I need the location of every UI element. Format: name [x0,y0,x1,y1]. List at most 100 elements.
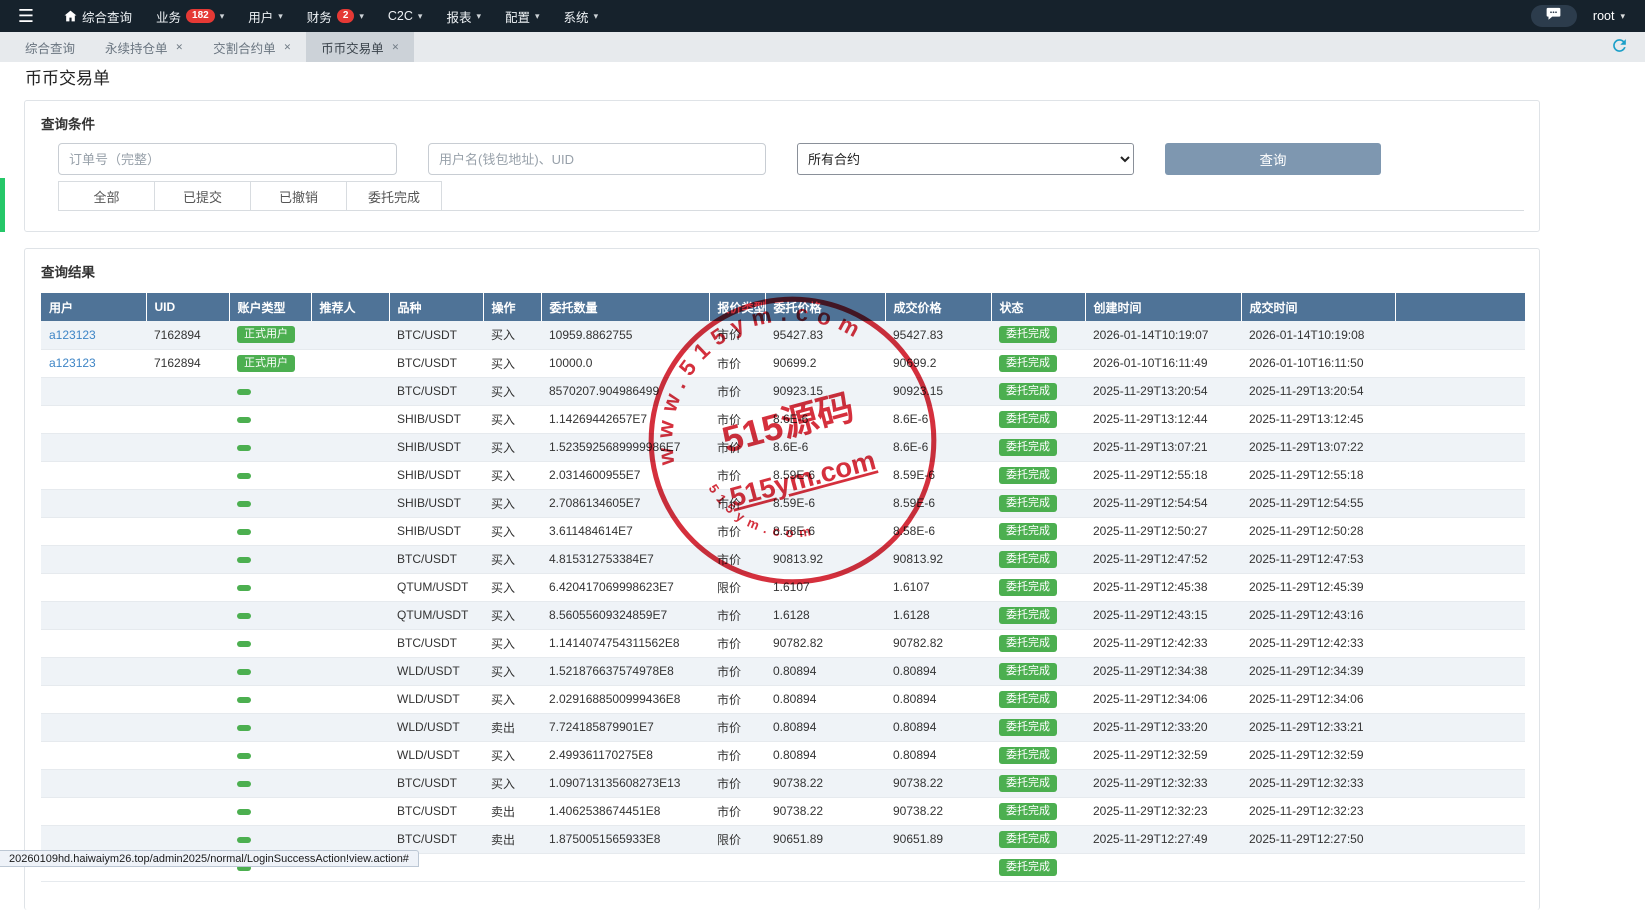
account-type-badge [237,529,251,535]
cell-symbol: BTC/USDT [389,377,483,405]
filter-tab[interactable]: 已提交 [154,181,250,210]
nav-item-summary[interactable]: 综合查询 ▾ [52,0,144,32]
table-row: BTC/USDT 买入 4.815312753384E7 市价 90813.92… [41,545,1525,573]
nav-item-users[interactable]: 用户 ▾ [236,0,295,32]
nav-item-system[interactable]: 系统 ▾ [552,0,611,32]
query-conditions-card: 查询条件 所有合约 查询 全部已提交已撤销委托完成 [24,100,1540,232]
table-row: SHIB/USDT 买入 3.611484614E7 市价 8.58E-6 8.… [41,517,1525,545]
nav-item-business[interactable]: 业务 182 ▾ [144,0,236,32]
cell-account-type [229,629,311,657]
cell-extra [1395,461,1525,489]
cell-extra [1395,601,1525,629]
username-input[interactable] [428,143,766,175]
cell-uid [146,461,229,489]
user-link[interactable]: a123123 [49,328,96,342]
user-link[interactable]: a123123 [49,356,96,370]
column-header: 成交价格 [885,293,991,321]
filter-tab[interactable]: 已撤销 [250,181,346,210]
cell-side [483,853,541,881]
filter-tab[interactable]: 全部 [58,181,154,210]
status-badge: 委托完成 [999,747,1057,764]
close-icon[interactable]: ✕ [284,42,292,53]
cell-amount: 1.1414074754311562E8 [541,629,709,657]
tab-spot-orders[interactable]: 币币交易单 ✕ [306,32,414,62]
cell-side: 买入 [483,489,541,517]
filter-tab[interactable]: 委托完成 [346,181,442,210]
cell-dealt: 2025-11-29T13:20:54 [1241,377,1395,405]
cell-side: 买入 [483,545,541,573]
cell-order-price: 8.6E-6 [765,405,885,433]
chat-button[interactable] [1531,5,1577,27]
cell-quote-type: 市价 [709,769,765,797]
table-body: a123123 7162894 正式用户 BTC/USDT 买入 10959.8… [41,321,1525,881]
cell-symbol: BTC/USDT [389,321,483,349]
table-row: SHIB/USDT 买入 2.0314600955E7 市价 8.59E-6 8… [41,461,1525,489]
cell-status: 委托完成 [991,377,1085,405]
cell-order-price: 90813.92 [765,545,885,573]
hamburger-menu-icon[interactable]: ☰ [0,0,52,32]
cell-created: 2025-11-29T12:32:33 [1085,769,1241,797]
nav-item-reports[interactable]: 报表 ▾ [434,0,493,32]
cell-quote-type: 限价 [709,825,765,853]
cell-order-price: 90782.82 [765,629,885,657]
cell-created: 2025-11-29T12:33:20 [1085,713,1241,741]
account-type-badge: 正式用户 [237,326,295,343]
cell-uid [146,825,229,853]
close-icon[interactable]: ✕ [392,42,400,53]
cell-side: 卖出 [483,713,541,741]
cell-deal-price: 90738.22 [885,797,991,825]
cell-side: 买入 [483,769,541,797]
cell-order-price: 95427.83 [765,321,885,349]
user-menu[interactable]: root ▾ [1593,9,1625,23]
nav-badge: 182 [186,9,215,23]
search-button[interactable]: 查询 [1165,143,1381,175]
cell-dealt: 2025-11-29T12:47:53 [1241,545,1395,573]
cell-created: 2025-11-29T12:43:15 [1085,601,1241,629]
cell-deal-price: 0.80894 [885,657,991,685]
tab-delivery-contracts[interactable]: 交割合约单 ✕ [198,32,306,62]
tab-perpetual-positions[interactable]: 永续持仓单 ✕ [90,32,198,62]
chevron-down-icon: ▾ [418,11,423,22]
cell-side: 买入 [483,405,541,433]
cell-account-type [229,657,311,685]
cell-deal-price: 8.6E-6 [885,405,991,433]
cell-amount: 1.5235925689999986E7 [541,433,709,461]
order-no-input[interactable] [58,143,397,175]
nav-item-config[interactable]: 配置 ▾ [493,0,552,32]
nav-item-label: 财务 [307,7,332,26]
cell-account-type [229,461,311,489]
cell-dealt: 2025-11-29T12:55:18 [1241,461,1395,489]
results-table-wrap: 用户UID账户类型推荐人品种操作委托数量报价类型委托价格成交价格状态创建时间成交… [41,293,1525,882]
cell-symbol: QTUM/USDT [389,573,483,601]
account-type-badge [237,725,251,731]
tab-summary[interactable]: 综合查询 ✕ [10,32,90,62]
cell-dealt: 2025-11-29T12:50:28 [1241,517,1395,545]
cell-dealt: 2025-11-29T12:27:50 [1241,825,1395,853]
cell-amount: 2.499361170275E8 [541,741,709,769]
refresh-button[interactable] [1607,35,1631,59]
column-header: 报价类型 [709,293,765,321]
cell-created: 2025-11-29T12:50:27 [1085,517,1241,545]
cell-extra [1395,741,1525,769]
status-badge: 委托完成 [999,579,1057,596]
cell-account-type [229,601,311,629]
contract-select[interactable]: 所有合约 [797,143,1134,175]
cell-deal-price: 90738.22 [885,769,991,797]
cell-dealt [1241,853,1395,881]
cell-amount: 1.4062538674451E8 [541,797,709,825]
nav-item-finance[interactable]: 财务 2 ▾ [295,0,376,32]
cell-side: 买入 [483,573,541,601]
nav-item-c2c[interactable]: C2C ▾ [376,0,435,32]
results-table: 用户UID账户类型推荐人品种操作委托数量报价类型委托价格成交价格状态创建时间成交… [41,293,1526,882]
cell-extra [1395,573,1525,601]
cell-extra [1395,545,1525,573]
cell-created: 2026-01-10T16:11:49 [1085,349,1241,377]
chevron-down-icon: ▾ [278,11,283,22]
cell-order-price [765,853,885,881]
cell-amount: 2.7086134605E7 [541,489,709,517]
cell-side: 买入 [483,461,541,489]
account-type-badge [237,585,251,591]
cell-referrer [311,825,389,853]
chevron-down-icon: ▾ [359,11,364,22]
close-icon[interactable]: ✕ [176,42,184,53]
